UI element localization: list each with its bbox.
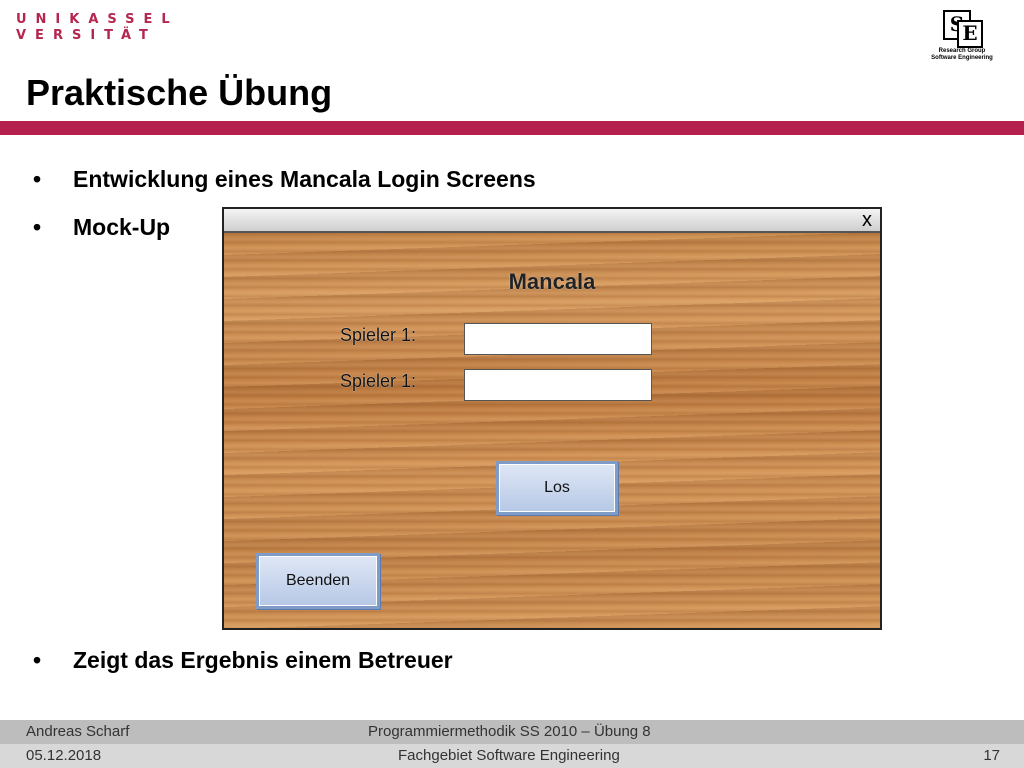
bullet-dot: • (33, 214, 42, 240)
se-logo-e: E (957, 20, 983, 48)
footer-department: Fachgebiet Software Engineering (398, 747, 620, 764)
player1-input[interactable] (464, 323, 652, 355)
bullet-dot: • (33, 647, 42, 673)
wood-panel: Mancala Spieler 1: Spieler 1: Los Beende… (224, 233, 880, 628)
player1-label: Spieler 1: (340, 325, 417, 345)
se-logo-line2: Software Engineering (931, 55, 993, 61)
bullet-text: Zeigt das Ergebnis einem Betreuer (73, 647, 453, 673)
footer-author: Andreas Scharf (26, 723, 130, 740)
mancala-login-mockup: x Mancala Spieler 1: Spieler 1: Los Been… (222, 207, 882, 630)
footer-date: 05.12.2018 (26, 747, 102, 764)
bullet-dot: • (33, 166, 42, 192)
se-logo-line1: Research Group (938, 48, 986, 54)
player2-label: Spieler 1: (340, 371, 417, 391)
university-logo-line2: VERSITÄT (16, 28, 157, 43)
slide-title: Praktische Übung (26, 72, 333, 113)
university-logo: UNIKASSEL VERSITÄT (16, 12, 179, 44)
footer-course: Programmiermethodik SS 2010 – Übung 8 (368, 723, 651, 740)
title-divider (0, 121, 1024, 135)
bullet-item: • Mock-Up (33, 214, 170, 241)
bullet-item: • Entwicklung eines Mancala Login Screens (33, 166, 536, 193)
close-button[interactable]: x (862, 209, 872, 231)
bullet-item: • Zeigt das Ergebnis einem Betreuer (33, 647, 453, 674)
player2-input[interactable] (464, 369, 652, 401)
se-logo-mark: S E (941, 8, 983, 48)
mockup-titlebar: x (224, 209, 880, 233)
bullet-text: Entwicklung eines Mancala Login Screens (73, 166, 536, 192)
bullet-text: Mock-Up (73, 214, 171, 240)
start-button[interactable]: Los (496, 461, 618, 515)
university-logo-line1: UNIKASSEL (16, 12, 179, 27)
quit-button[interactable]: Beenden (256, 553, 380, 609)
mockup-title: Mancala (508, 269, 596, 294)
page-number: 17 (983, 747, 1000, 764)
se-group-logo: S E Research Group Software Engineering (916, 8, 1008, 68)
